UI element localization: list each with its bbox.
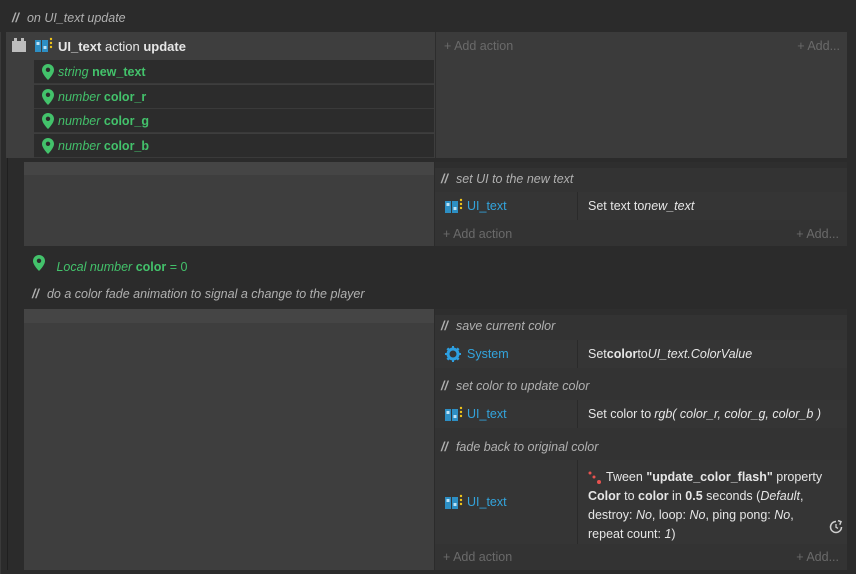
action-comment[interactable]: //save current color bbox=[441, 319, 555, 333]
plugin-icon bbox=[11, 38, 27, 55]
function-comment[interactable]: //on UI_text update bbox=[12, 11, 126, 25]
sprite-font-icon bbox=[445, 406, 465, 422]
action-object: UI_text bbox=[467, 407, 507, 421]
event-actions: //save current color System Set color to… bbox=[435, 309, 847, 570]
add-more-button[interactable]: + Add... bbox=[797, 39, 840, 53]
function-actions: + Add action + Add... bbox=[435, 32, 847, 158]
action-row[interactable]: System Set color to UI_text.ColorValue bbox=[435, 340, 847, 368]
action-description: Tween "update_color_flash" property Colo… bbox=[578, 460, 847, 544]
action-description: Set text to new_text bbox=[588, 199, 695, 213]
group-comment[interactable]: //do a color fade animation to signal a … bbox=[32, 287, 365, 301]
tween-icon bbox=[588, 471, 602, 485]
location-pin-icon bbox=[42, 63, 54, 80]
action-comment[interactable]: //set UI to the new text bbox=[441, 172, 573, 186]
action-description: Set color to UI_text.ColorValue bbox=[588, 347, 753, 361]
action-description: Set color to rgb( color_r, color_g, colo… bbox=[588, 407, 821, 421]
add-more-button[interactable]: + Add... bbox=[796, 227, 839, 241]
sprite-font-icon bbox=[445, 198, 465, 214]
event-condition-area[interactable] bbox=[24, 309, 434, 570]
add-action-button[interactable]: + Add action bbox=[443, 227, 512, 241]
location-pin-icon bbox=[42, 137, 54, 154]
add-action-button[interactable]: + Add action bbox=[444, 39, 513, 53]
action-row[interactable]: UI_text Set color to rgb( color_r, color… bbox=[435, 400, 847, 428]
location-pin-icon bbox=[42, 88, 54, 105]
action-row[interactable]: UI_text Set text to new_text bbox=[435, 192, 847, 220]
action-comment[interactable]: //fade back to original color bbox=[441, 440, 598, 454]
add-more-button[interactable]: + Add... bbox=[796, 550, 839, 564]
action-object: UI_text bbox=[467, 199, 507, 213]
param-row[interactable]: number color_r bbox=[34, 85, 434, 109]
event-condition-area[interactable] bbox=[24, 162, 434, 246]
event-actions: //set UI to the new text UI_text Set tex… bbox=[435, 162, 847, 246]
param-row[interactable]: string new_text bbox=[34, 60, 434, 84]
gear-icon bbox=[445, 346, 465, 362]
param-row[interactable]: number color_b bbox=[34, 134, 434, 158]
action-comment[interactable]: //set color to update color bbox=[441, 379, 589, 393]
sprite-font-icon bbox=[445, 494, 465, 510]
sprite-font-icon bbox=[35, 37, 55, 56]
action-object: UI_text bbox=[467, 495, 507, 509]
refresh-icon[interactable] bbox=[829, 519, 843, 540]
add-action-button[interactable]: + Add action bbox=[443, 550, 512, 564]
function-block[interactable]: UI_text action update string new_text nu… bbox=[6, 32, 435, 158]
location-pin-icon bbox=[33, 255, 45, 271]
local-variable[interactable]: Local number color = 0 bbox=[33, 255, 187, 274]
action-row[interactable]: UI_text Tween "update_color_flash" prope… bbox=[435, 460, 847, 544]
location-pin-icon bbox=[42, 112, 54, 129]
param-row[interactable]: number color_g bbox=[34, 109, 434, 133]
action-object: System bbox=[467, 347, 509, 361]
function-header[interactable]: UI_text action update bbox=[58, 39, 186, 54]
